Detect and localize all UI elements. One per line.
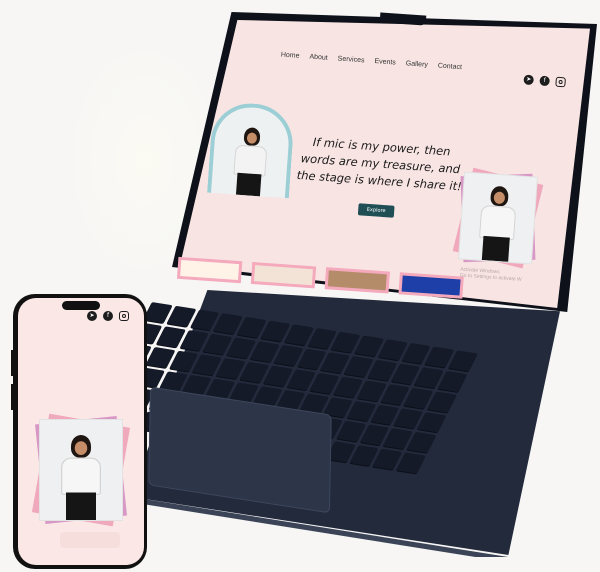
instagram-icon[interactable] [119, 311, 129, 321]
person-photo [226, 124, 275, 197]
nav-gallery[interactable]: Gallery [406, 60, 429, 69]
telegram-icon[interactable]: ➤ [87, 311, 97, 321]
facebook-icon[interactable]: f [103, 311, 113, 321]
arch-portrait [207, 100, 296, 199]
nav-events[interactable]: Events [374, 58, 396, 66]
nav-about[interactable]: About [309, 53, 328, 61]
telegram-icon[interactable]: ➤ [523, 74, 535, 86]
explore-button[interactable]: Explore [357, 203, 395, 218]
phone-footer-bar [60, 532, 120, 548]
gallery-thumb[interactable] [324, 267, 390, 294]
phone-social-links: ➤ f [87, 311, 129, 321]
person-photo [54, 433, 109, 520]
hero-quote: If mic is my power, then words are my tr… [296, 134, 463, 194]
activate-windows-watermark: Activate Windows Go to Settings to activ… [460, 267, 551, 285]
main-nav: Home About Services Events Gallery Conta… [281, 51, 463, 71]
gallery-thumb[interactable] [398, 272, 464, 299]
gallery-thumb[interactable] [176, 256, 243, 284]
gallery-thumb[interactable] [250, 261, 317, 289]
dynamic-island [62, 301, 100, 310]
instagram-icon[interactable] [555, 76, 566, 88]
nav-home[interactable]: Home [281, 51, 300, 59]
facebook-icon[interactable]: f [539, 75, 550, 87]
website-preview: Home About Services Events Gallery Conta… [155, 20, 594, 339]
phone-framed-portrait [31, 413, 131, 527]
gallery-thumbnails [176, 256, 464, 299]
framed-portrait [452, 167, 544, 269]
nav-services[interactable]: Services [337, 55, 364, 64]
social-links: ➤ f [523, 74, 566, 88]
person-photo [471, 182, 525, 262]
nav-contact[interactable]: Contact [438, 62, 463, 71]
